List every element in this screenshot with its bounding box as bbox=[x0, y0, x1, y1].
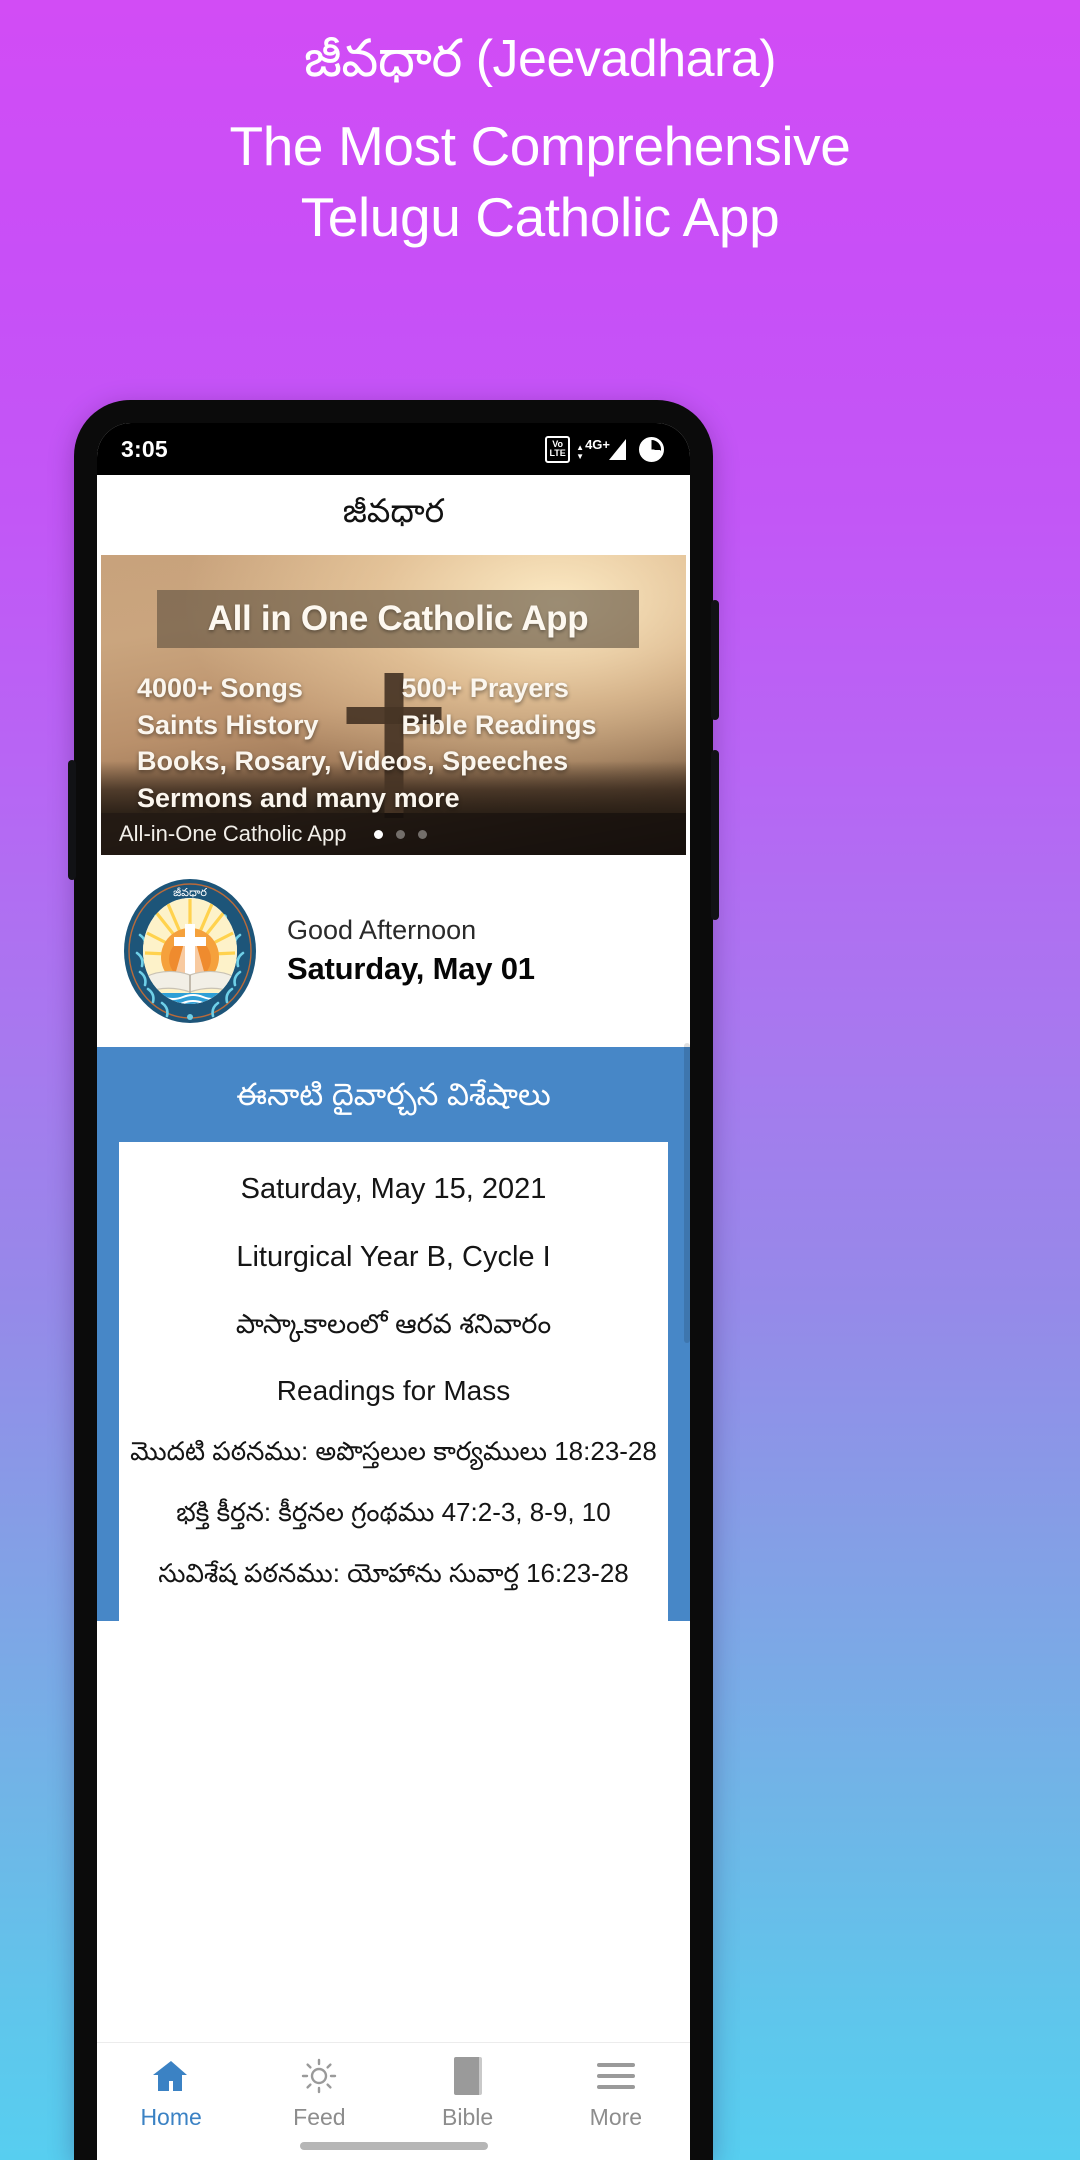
book-icon bbox=[453, 2057, 482, 2095]
volte-icon: Vo LTE bbox=[545, 435, 571, 463]
liturgy-season-telugu: పాస్కాకాలంలో ఆరవ శనివారం bbox=[235, 1308, 552, 1339]
greeting-date: Saturday, May 01 bbox=[287, 951, 535, 986]
reading-first: మొదటి పఠనము: అపొస్తలుల కార్యములు 18:23-2… bbox=[130, 1436, 657, 1467]
carousel-dot-2[interactable] bbox=[396, 829, 406, 839]
hero-feature-sermons: Sermons and many more bbox=[137, 783, 460, 814]
carousel-dot-3[interactable] bbox=[418, 829, 428, 839]
reading-psalm: భక్తి కీర్తన: కీర్తనల గ్రంథము 47:2-3, 8-… bbox=[176, 1497, 611, 1528]
promo-subtitle-line1: The Most Comprehensive bbox=[229, 114, 851, 177]
greeting-text: Good Afternoon Saturday, May 01 bbox=[287, 915, 535, 987]
nav-item-more[interactable]: More bbox=[542, 2057, 690, 2131]
hero-caption-text: All-in-One Catholic App bbox=[119, 821, 347, 846]
status-indicators: Vo LTE ▲ ▼ 4G+ bbox=[545, 435, 664, 463]
app-bar: జీవధార bbox=[97, 475, 690, 555]
scrollbar-thumb[interactable] bbox=[684, 1043, 690, 1343]
nav-label-more: More bbox=[589, 2104, 643, 2130]
hero-feature-row: Saints History Bible Readings bbox=[137, 707, 650, 744]
bottom-navigation: Home Feed Bible More bbox=[97, 2042, 690, 2160]
signal-icon: ▲ ▼ 4G+ bbox=[576, 436, 626, 461]
hero-feature-bible-readings: Bible Readings bbox=[401, 709, 597, 740]
nav-label-bible: Bible bbox=[442, 2104, 494, 2130]
signal-bars-icon bbox=[609, 438, 626, 460]
status-time: 3:05 bbox=[121, 435, 168, 462]
phone-mockup: 3:05 Vo LTE ▲ ▼ 4G+ జీవధార All in One Ca… bbox=[68, 400, 719, 2160]
liturgy-date: Saturday, May 15, 2021 bbox=[240, 1173, 547, 1205]
liturgy-section: ఈనాటి దైవార్చన విశేషాలు Saturday, May 15… bbox=[97, 1047, 690, 1622]
promo-title-telugu: జీవధార (Jeevadhara) bbox=[303, 30, 777, 88]
greeting-section: జీవధార Good Afternoon Saturday, May 01 bbox=[97, 855, 690, 1047]
phone-button-left[interactable] bbox=[68, 760, 76, 880]
hero-feature-prayers: 500+ Prayers bbox=[401, 673, 569, 703]
phone-button-volume[interactable] bbox=[711, 600, 719, 720]
carousel-dots[interactable] bbox=[374, 829, 428, 839]
nav-item-bible[interactable]: Bible bbox=[394, 2057, 542, 2131]
carousel-dot-1[interactable] bbox=[374, 829, 384, 839]
home-icon bbox=[153, 2057, 189, 2095]
liturgy-section-header: ఈనాటి దైవార్చన విశేషాలు bbox=[236, 1077, 551, 1112]
phone-screen: 3:05 Vo LTE ▲ ▼ 4G+ జీవధార All in One Ca… bbox=[97, 423, 690, 2160]
battery-icon bbox=[639, 436, 664, 462]
volte-label-bottom: LTE bbox=[549, 448, 566, 458]
promo-header: జీవధార (Jeevadhara) The Most Comprehensi… bbox=[0, 0, 1080, 250]
nav-label-home: Home bbox=[140, 2104, 202, 2130]
status-bar: 3:05 Vo LTE ▲ ▼ 4G+ bbox=[97, 423, 690, 475]
hero-feature-songs: 4000+ Songs bbox=[137, 673, 303, 703]
menu-icon bbox=[596, 2057, 635, 2095]
logo-text: జీవధార bbox=[173, 887, 207, 899]
jeevadhara-logo: జీవధార bbox=[121, 877, 259, 1025]
volte-label-top: Vo bbox=[552, 438, 564, 449]
hero-banner-carousel[interactable]: All in One Catholic App 4000+ Songs 500+… bbox=[101, 555, 686, 855]
network-type-label: 4G+ bbox=[585, 436, 610, 452]
hero-feature-row: 4000+ Songs 500+ Prayers bbox=[137, 670, 650, 707]
nav-label-feed: Feed bbox=[293, 2104, 346, 2130]
hero-title-box: All in One Catholic App bbox=[157, 590, 639, 648]
home-indicator[interactable] bbox=[299, 2142, 488, 2150]
hero-feature-saints: Saints History bbox=[137, 709, 319, 740]
app-title: జీవధార bbox=[342, 492, 445, 529]
hero-feature-list: 4000+ Songs 500+ Prayers Saints History … bbox=[101, 670, 686, 817]
readings-heading: Readings for Mass bbox=[276, 1375, 511, 1407]
nav-item-feed[interactable]: Feed bbox=[245, 2057, 393, 2131]
promo-subtitle-line2: Telugu Catholic App bbox=[300, 186, 780, 249]
nav-item-home[interactable]: Home bbox=[97, 2057, 245, 2131]
greeting-salutation: Good Afternoon bbox=[287, 915, 477, 945]
hero-caption-bar: All-in-One Catholic App bbox=[101, 813, 686, 855]
hero-feature-books: Books, Rosary, Videos, Speeches bbox=[137, 746, 569, 777]
phone-button-power[interactable] bbox=[711, 750, 719, 920]
sun-icon bbox=[301, 2057, 337, 2095]
reading-gospel: సువిశేష పఠనము: యోహాను సువార్త 16:23-28 bbox=[158, 1558, 629, 1589]
liturgy-card: Saturday, May 15, 2021 Liturgical Year B… bbox=[119, 1142, 668, 1622]
data-arrows-icon: ▲ ▼ bbox=[576, 442, 585, 461]
liturgy-year-cycle: Liturgical Year B, Cycle I bbox=[236, 1240, 551, 1273]
hero-title: All in One Catholic App bbox=[207, 599, 589, 638]
